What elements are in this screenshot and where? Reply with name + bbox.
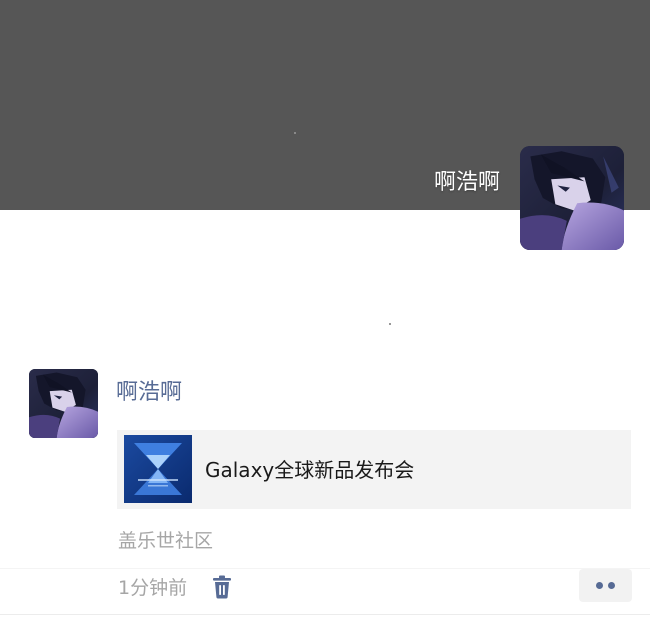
post-author-name[interactable]: 啊浩啊 xyxy=(116,378,182,408)
link-thumbnail xyxy=(124,435,192,503)
speck xyxy=(389,323,391,325)
more-actions-button[interactable] xyxy=(579,569,632,602)
link-title: Galaxy全球新品发布会 xyxy=(205,458,415,482)
divider xyxy=(0,614,650,615)
post-timestamp: 1分钟前 xyxy=(118,577,188,599)
anime-avatar-icon xyxy=(520,146,624,250)
anime-avatar-icon xyxy=(29,369,98,438)
shared-link-card[interactable]: Galaxy全球新品发布会 xyxy=(117,430,631,509)
trash-icon xyxy=(213,575,231,599)
post-source[interactable]: 盖乐世社区 xyxy=(118,527,213,555)
cover-speck xyxy=(294,132,296,134)
more-dots-icon xyxy=(608,582,615,589)
profile-avatar[interactable] xyxy=(520,146,624,250)
post-author-avatar[interactable] xyxy=(29,369,98,438)
divider xyxy=(0,568,650,569)
galaxy-event-thumbnail-icon xyxy=(124,435,192,503)
delete-button[interactable] xyxy=(211,575,233,599)
more-dots-icon xyxy=(596,582,603,589)
cover-username[interactable]: 啊浩啊 xyxy=(434,168,500,198)
